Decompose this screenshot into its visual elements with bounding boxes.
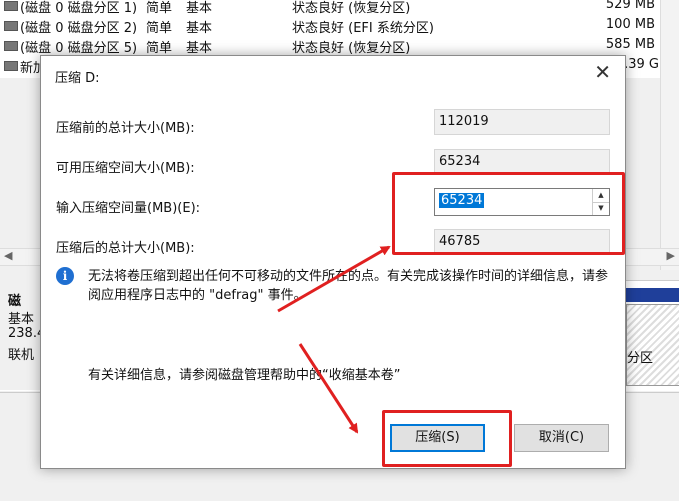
arrow-to-shrink-button bbox=[298, 343, 359, 434]
annotation-arrows bbox=[277, 245, 391, 434]
arrow-to-inputs bbox=[277, 245, 391, 313]
